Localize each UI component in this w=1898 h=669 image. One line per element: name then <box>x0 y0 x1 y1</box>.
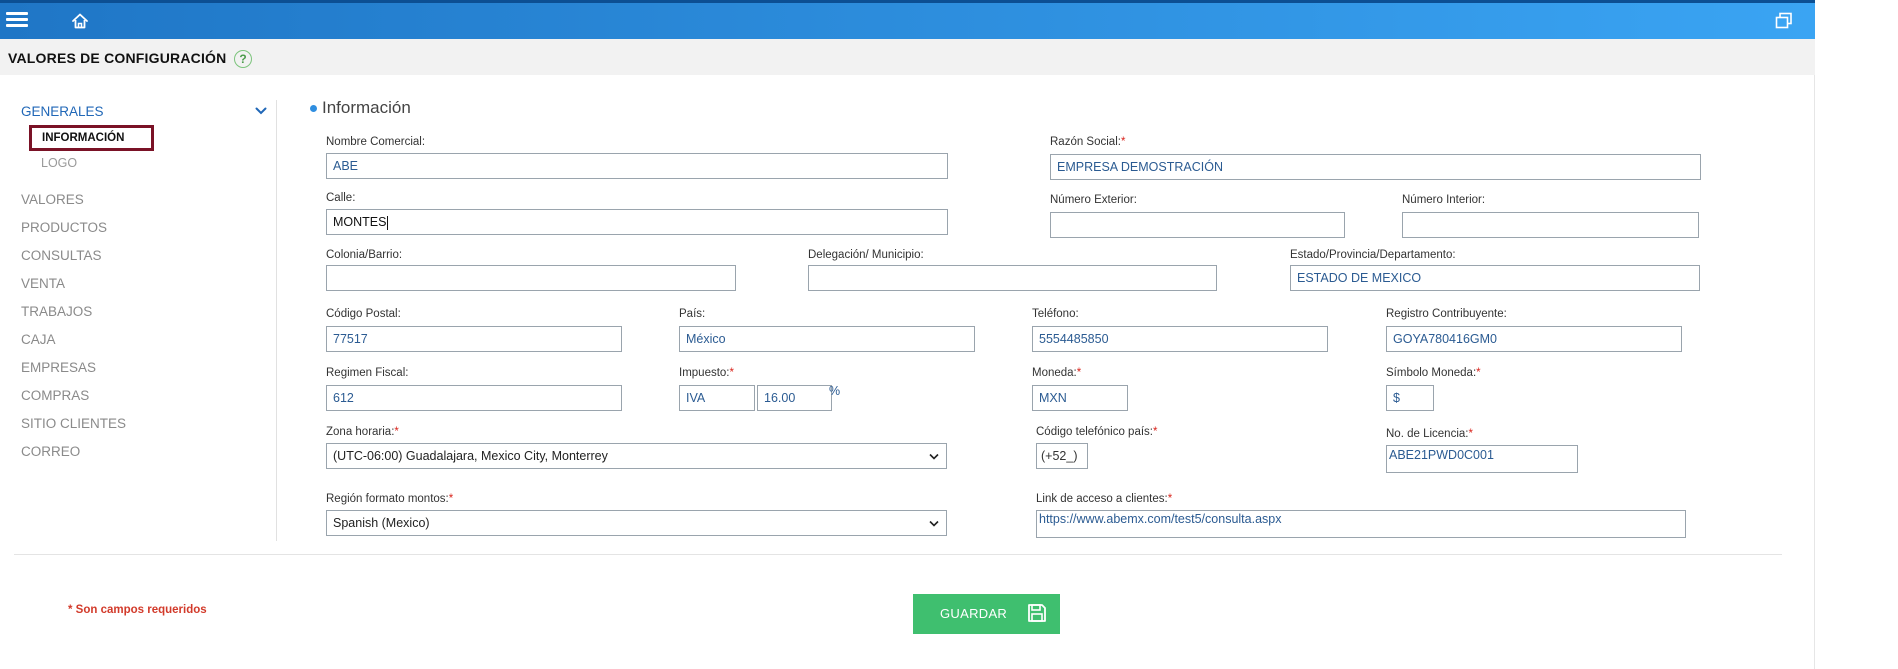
nombre-comercial-label: Nombre Comercial: <box>326 136 426 148</box>
moneda-label: Moneda:* <box>1032 367 1082 379</box>
dropdown-arrow-icon <box>929 453 939 460</box>
telefono-input[interactable]: 5554485850 <box>1032 326 1328 352</box>
sidebar-item-empresas[interactable]: EMPRESAS <box>21 360 96 375</box>
top-bar <box>0 0 1815 39</box>
licencia-input[interactable]: ABE21PWD0C001 <box>1386 445 1578 473</box>
regimen-fiscal-label: Regimen Fiscal: <box>326 367 409 379</box>
page-header <box>0 39 1815 75</box>
sidebar-item-consultas[interactable]: CONSULTAS <box>21 248 102 263</box>
pais-label: País: <box>679 308 706 320</box>
numero-exterior-input[interactable] <box>1050 212 1345 238</box>
nombre-comercial-input[interactable]: ABE <box>326 153 948 179</box>
content-area <box>0 39 1815 669</box>
dropdown-arrow-icon <box>929 520 939 527</box>
sidebar-item-generales[interactable]: GENERALES <box>21 104 104 119</box>
subnav-item-logo[interactable]: LOGO <box>41 156 77 170</box>
percent-symbol: % <box>829 384 841 398</box>
save-button-label: GUARDAR <box>940 606 1008 621</box>
zona-horaria-label: Zona horaria:* <box>326 426 399 438</box>
sidebar-item-venta[interactable]: VENTA <box>21 276 65 291</box>
regimen-fiscal-input[interactable]: 612 <box>326 385 622 411</box>
registro-contribuyente-input[interactable]: GOYA780416GM0 <box>1386 326 1682 352</box>
razon-social-label: Razón Social:* <box>1050 136 1126 148</box>
page-title: VALORES DE CONFIGURACIÓN <box>8 50 227 66</box>
impuesto-rate-input[interactable]: 16.00 <box>757 385 832 411</box>
link-acceso-label: Link de acceso a clientes:* <box>1036 493 1173 505</box>
section-title: Información <box>322 98 411 117</box>
window-restore-icon[interactable] <box>1775 12 1793 30</box>
sidebar-item-compras[interactable]: COMPRAS <box>21 388 89 403</box>
impuesto-name-input[interactable]: IVA <box>679 385 755 411</box>
simbolo-moneda-label: Símbolo Moneda:* <box>1386 367 1481 379</box>
delegacion-input[interactable] <box>808 265 1217 291</box>
telefono-label: Teléfono: <box>1032 308 1079 320</box>
licencia-label: No. de Licencia:* <box>1386 428 1473 440</box>
moneda-input[interactable]: MXN <box>1032 385 1128 411</box>
registro-contribuyente-label: Registro Contribuyente: <box>1386 308 1507 320</box>
subnav-item-informacion[interactable]: INFORMACIÓN <box>29 125 154 151</box>
region-formato-select[interactable]: Spanish (Mexico) <box>326 510 947 536</box>
numero-exterior-label: Número Exterior: <box>1050 194 1137 206</box>
colonia-input[interactable] <box>326 265 736 291</box>
section-bullet-icon <box>310 105 317 112</box>
home-icon[interactable] <box>70 11 90 31</box>
estado-input[interactable]: ESTADO DE MEXICO <box>1290 265 1700 291</box>
codigo-postal-label: Código Postal: <box>326 308 401 320</box>
colonia-label: Colonia/Barrio: <box>326 249 403 261</box>
razon-social-input[interactable]: EMPRESA DEMOSTRACIÓN <box>1050 154 1701 180</box>
form-divider <box>14 554 1782 555</box>
save-button[interactable]: GUARDAR <box>913 594 1060 634</box>
codigo-postal-input[interactable]: 77517 <box>326 326 622 352</box>
sidebar-item-productos[interactable]: PRODUCTOS <box>21 220 107 235</box>
calle-label: Calle: <box>326 192 356 204</box>
sidebar-item-sitio-clientes[interactable]: SITIO CLIENTES <box>21 416 126 431</box>
sidebar-divider <box>276 100 277 541</box>
numero-interior-label: Número Interior: <box>1402 194 1486 206</box>
calle-input[interactable]: MONTES <box>326 209 948 235</box>
required-fields-note: * Son campos requeridos <box>68 604 207 616</box>
codigo-telefonico-input[interactable]: (+52_) <box>1036 443 1088 469</box>
impuesto-label: Impuesto:* <box>679 367 734 379</box>
floppy-disk-icon <box>1028 604 1046 622</box>
region-formato-label: Región formato montos:* <box>326 493 454 505</box>
chevron-down-icon[interactable] <box>255 106 267 116</box>
numero-interior-input[interactable] <box>1402 212 1699 238</box>
sidebar-item-valores[interactable]: VALORES <box>21 192 84 207</box>
sidebar-item-trabajos[interactable]: TRABAJOS <box>21 304 92 319</box>
pais-input[interactable]: México <box>679 326 975 352</box>
codigo-telefonico-label: Código telefónico país:* <box>1036 426 1158 438</box>
link-acceso-input[interactable]: https://www.abemx.com/test5/consulta.asp… <box>1036 510 1686 538</box>
delegacion-label: Delegación/ Municipio: <box>808 249 924 261</box>
zona-horaria-select[interactable]: (UTC-06:00) Guadalajara, Mexico City, Mo… <box>326 443 947 469</box>
sidebar-item-caja[interactable]: CAJA <box>21 332 56 347</box>
hamburger-menu-icon[interactable] <box>6 9 28 29</box>
estado-label: Estado/Provincia/Departamento: <box>1290 249 1456 261</box>
simbolo-moneda-input[interactable]: $ <box>1386 385 1434 411</box>
sidebar-item-correo[interactable]: CORREO <box>21 444 80 459</box>
help-icon[interactable]: ? <box>234 50 252 68</box>
